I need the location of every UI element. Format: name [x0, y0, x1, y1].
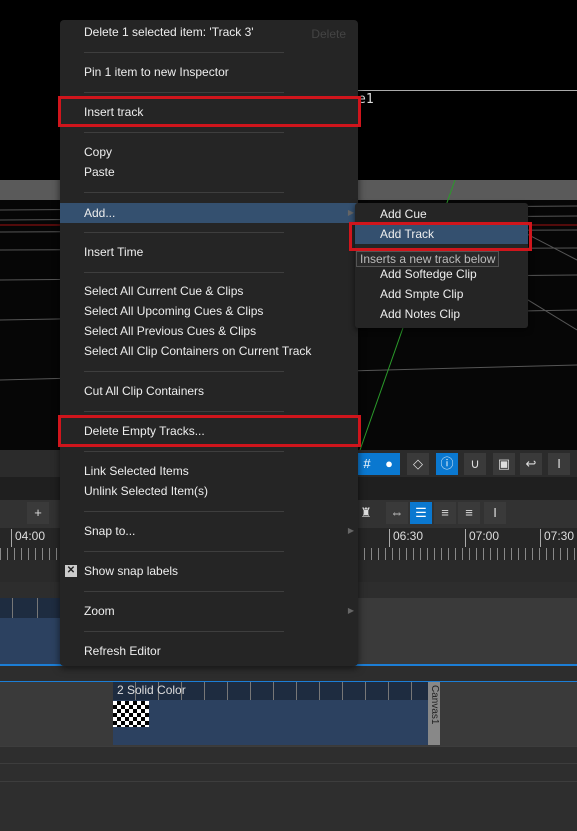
submenu-item-add-smpte-clip[interactable]: Add Smpte Clip	[355, 284, 528, 304]
tool-icon[interactable]: ♜	[355, 502, 377, 524]
menu-separator	[84, 631, 284, 632]
fit-icon[interactable]: ⇔	[386, 502, 408, 524]
annotation-box-insert-track	[58, 96, 361, 127]
viewport-line	[358, 90, 577, 91]
menu-item-label: Delete 1 selected item: 'Track 3'	[84, 25, 254, 39]
align-icon[interactable]: ☰	[410, 502, 432, 524]
menu-item-select-previous[interactable]: Select All Previous Cues & Clips	[60, 321, 358, 341]
menu-item-snap-to[interactable]: Snap to... ▶	[60, 521, 358, 541]
clip-label: 2 Solid Color	[117, 683, 186, 697]
menu-separator	[84, 551, 284, 552]
menu-item-link[interactable]: Link Selected Items	[60, 461, 358, 481]
solid-color-clip[interactable]: 2 Solid Color	[113, 682, 428, 745]
annotation-box-add-track	[349, 222, 532, 251]
shortcut-label: Delete	[311, 27, 346, 41]
menu-separator	[84, 52, 284, 53]
menu-item-select-containers[interactable]: Select All Clip Containers on Current Tr…	[60, 341, 358, 361]
menu-item-unlink[interactable]: Unlink Selected Item(s)	[60, 481, 358, 501]
ruler-label: 07:00	[465, 529, 499, 547]
menu-separator	[84, 92, 284, 93]
menu-item-insert-time[interactable]: Insert Time	[60, 242, 358, 262]
menu-separator	[84, 511, 284, 512]
magnet-icon[interactable]: ∪	[464, 453, 486, 475]
chevron-right-icon: ▶	[347, 526, 354, 535]
info-icon[interactable]: ⓘ	[436, 453, 458, 475]
canvas-label: Canvas1	[428, 682, 440, 745]
menu-separator	[84, 272, 284, 273]
add-cue-icon[interactable]: +	[27, 502, 49, 524]
list-add-icon[interactable]: ≡	[458, 502, 480, 524]
add-row-icon[interactable]: ≡	[434, 502, 456, 524]
menu-item-cut-containers[interactable]: Cut All Clip Containers	[60, 381, 358, 401]
camera-icon[interactable]: ●	[378, 453, 400, 475]
menu-separator	[84, 192, 284, 193]
menu-separator	[84, 591, 284, 592]
menu-item-delete[interactable]: Delete 1 selected item: 'Track 3' Delete	[60, 22, 358, 42]
menu-item-label: Show snap labels	[84, 564, 179, 578]
timeline-bottom	[0, 746, 577, 831]
clip[interactable]	[0, 598, 60, 664]
menu-item-refresh-editor[interactable]: Refresh Editor	[60, 641, 358, 661]
annotation-box-delete-empty-tracks	[58, 415, 361, 447]
menu-separator	[84, 411, 284, 412]
menu-item-paste[interactable]: Paste	[60, 162, 358, 182]
grid-icon[interactable]: #	[356, 453, 378, 475]
menu-item-select-current[interactable]: Select All Current Cue & Clips	[60, 281, 358, 301]
menu-item-copy[interactable]: Copy	[60, 142, 358, 162]
ruler-label: 07:30	[540, 529, 574, 547]
tooltip: Inserts a new track below	[356, 251, 500, 267]
submenu-item-add-softedge-clip[interactable]: Add Softedge Clip	[355, 264, 528, 284]
menu-separator	[84, 132, 284, 133]
undo-icon[interactable]: ↩	[520, 453, 542, 475]
menu-separator	[84, 451, 284, 452]
menu-item-add[interactable]: Add... ▶	[60, 203, 358, 223]
menu-item-zoom[interactable]: Zoom ▶	[60, 601, 358, 621]
menu-item-label: Snap to...	[84, 524, 136, 538]
ruler-label: 04:00	[11, 529, 45, 547]
menu-separator	[84, 232, 284, 233]
menu-separator	[84, 371, 284, 372]
menu-item-select-upcoming[interactable]: Select All Upcoming Cues & Clips	[60, 301, 358, 321]
ruler-label: 06:30	[389, 529, 423, 547]
text-cursor-icon[interactable]: I	[484, 502, 506, 524]
chevron-right-icon: ▶	[347, 208, 354, 217]
menu-item-label: Add...	[84, 206, 116, 220]
submenu-item-add-cue[interactable]: Add Cue	[355, 204, 528, 224]
snapshot-icon[interactable]: ▣	[493, 453, 515, 475]
checkbox-checked-icon[interactable]: ✕	[65, 565, 77, 577]
chevron-right-icon: ▶	[347, 606, 354, 615]
submenu-item-add-notes-clip[interactable]: Add Notes Clip	[355, 304, 528, 324]
clip-thumbnail	[113, 701, 149, 727]
menu-item-show-snap-labels[interactable]: ✕ Show snap labels	[60, 561, 358, 581]
menu-item-pin-inspector[interactable]: Pin 1 item to new Inspector	[60, 62, 358, 82]
menu-item-label: Zoom	[84, 604, 115, 618]
height-icon[interactable]: I	[548, 453, 570, 475]
wireframe-icon[interactable]: ◇	[407, 453, 429, 475]
